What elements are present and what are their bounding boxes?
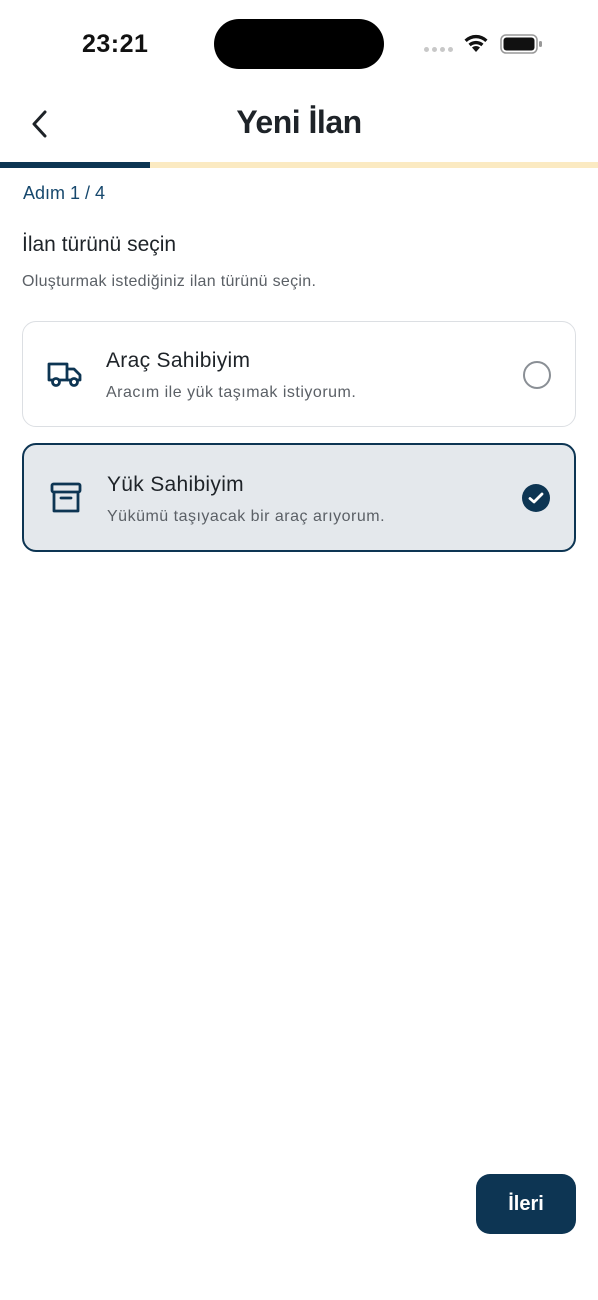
nav-header: Yeni İlan (0, 90, 598, 160)
status-bar: 23:21 (0, 0, 598, 90)
radio-unselected[interactable] (523, 361, 551, 389)
progress-bar-fill (0, 162, 150, 168)
option-title: Yük Sahibiyim (107, 473, 244, 496)
radio-selected[interactable] (522, 484, 550, 512)
battery-icon (500, 33, 544, 60)
next-button[interactable]: İleri (476, 1174, 576, 1234)
wifi-icon (462, 32, 490, 59)
option-title: Araç Sahibiyim (106, 349, 251, 372)
truck-icon (45, 354, 85, 394)
checkmark-icon (528, 492, 544, 504)
archive-box-icon (46, 478, 86, 518)
option-description: Aracım ile yük taşımak istiyorum. (106, 384, 357, 401)
section-title: İlan türünü seçin (22, 233, 177, 256)
progress-bar (0, 162, 598, 168)
status-time: 23:21 (82, 30, 149, 58)
option-card-cargo-owner[interactable]: Yük Sahibiyim Yükümü taşıyacak bir araç … (22, 443, 576, 552)
step-indicator: Adım 1 / 4 (23, 183, 106, 203)
signal-icon (424, 47, 453, 52)
section-subtitle: Oluşturmak istediğiniz ilan türünü seçin… (22, 273, 317, 290)
page-title: Yeni İlan (236, 104, 362, 140)
option-card-vehicle-owner[interactable]: Araç Sahibiyim Aracım ile yük taşımak is… (22, 321, 576, 427)
option-description: Yükümü taşıyacak bir araç arıyorum. (107, 508, 386, 525)
dynamic-island (214, 19, 384, 69)
